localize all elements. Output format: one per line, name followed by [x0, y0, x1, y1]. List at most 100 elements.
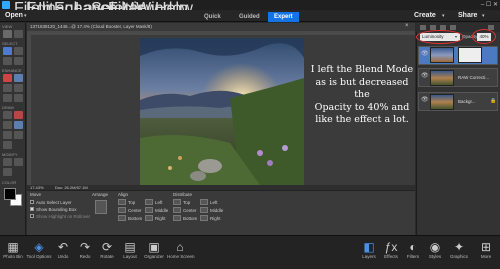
- brush-tool-icon[interactable]: [3, 111, 12, 119]
- tools-section-select: SELECT: [2, 41, 18, 46]
- magic-wand-tool-icon[interactable]: [14, 57, 23, 65]
- clone-stamp-tool-icon[interactable]: [14, 84, 23, 92]
- styles-button[interactable]: ◉ Styles: [424, 240, 446, 259]
- share-button[interactable]: Share: [458, 12, 477, 19]
- align-label: Align: [118, 192, 129, 197]
- annotation-line-2: as is but decreased the: [315, 76, 409, 101]
- photo-bin-button[interactable]: ▦ Photo Bin: [0, 240, 26, 259]
- pencil-tool-icon[interactable]: [3, 141, 12, 149]
- hand-tool-icon[interactable]: [14, 30, 23, 38]
- filters-button[interactable]: ◐ Filters: [402, 240, 424, 259]
- layer-visibility-icon[interactable]: 👁: [421, 96, 429, 103]
- show-highlight-label: Show Highlight on Rollover: [36, 214, 91, 219]
- align-center-icon[interactable]: [118, 207, 126, 213]
- align-middle-label: Middle: [155, 208, 169, 213]
- align-right-icon[interactable]: [145, 215, 153, 221]
- distribute-middle-label: Middle: [210, 208, 224, 213]
- tool-options-button[interactable]: ◈ Tool Options: [26, 240, 52, 259]
- more-icon: ⊞: [480, 240, 492, 254]
- layout-icon: ▤: [124, 240, 136, 254]
- layer-thumbnail: [430, 70, 454, 86]
- recompose-tool-icon[interactable]: [14, 158, 23, 166]
- gradient-tool-icon[interactable]: [14, 121, 23, 129]
- distribute-center-icon[interactable]: [173, 207, 181, 213]
- distribute-bottom-icon[interactable]: [173, 215, 181, 221]
- organizer-button[interactable]: ▣ Organizer: [141, 240, 167, 259]
- red-eye-tool-icon[interactable]: [3, 74, 12, 82]
- layout-button[interactable]: ▤ Layout: [117, 240, 143, 259]
- align-middle-icon[interactable]: [145, 207, 153, 213]
- graphics-button[interactable]: ✦ Graphics: [446, 240, 472, 259]
- align-bottom-icon[interactable]: [118, 215, 126, 221]
- window-controls[interactable]: – ☐ ✕: [481, 1, 498, 8]
- distribute-right-label: Right: [210, 216, 221, 221]
- arrange-label: Arrange: [92, 192, 109, 197]
- open-button[interactable]: Open: [5, 12, 23, 19]
- distribute-center-label: Center: [183, 208, 197, 213]
- effects-button[interactable]: ƒx Effects: [380, 240, 402, 259]
- create-button[interactable]: Create: [414, 12, 436, 19]
- distribute-right-icon[interactable]: [200, 215, 208, 221]
- sponge-tool-icon[interactable]: [14, 94, 23, 102]
- layers-panel-button[interactable]: ◧ Layers: [358, 240, 380, 259]
- distribute-middle-icon[interactable]: [200, 207, 208, 213]
- quick-selection-tool-icon[interactable]: [3, 57, 12, 65]
- opacity-highlight-circle: [472, 29, 496, 44]
- align-bottom-label: Bottom: [128, 216, 143, 221]
- sunset-landscape-photo[interactable]: [140, 38, 304, 185]
- annotation-line-3: Opacity to 40% and: [314, 101, 410, 113]
- layer-mask-icon[interactable]: [450, 25, 456, 30]
- distribute-left-icon[interactable]: [200, 199, 208, 205]
- home-screen-button[interactable]: ⌂ Home Screen: [167, 240, 195, 259]
- tool-options-icon: ◈: [34, 240, 44, 254]
- show-bbox-checkbox[interactable]: [30, 207, 34, 211]
- align-left-icon[interactable]: [145, 199, 153, 205]
- show-highlight-checkbox[interactable]: [30, 214, 34, 218]
- align-top-label: Top: [128, 200, 136, 205]
- shape-tool-icon[interactable]: [3, 131, 12, 139]
- organizer-icon: ▣: [148, 240, 160, 254]
- spot-healing-tool-icon[interactable]: [14, 74, 23, 82]
- type-tool-icon[interactable]: [14, 131, 23, 139]
- share-dropdown-icon[interactable]: ▾: [482, 13, 485, 19]
- tab-guided[interactable]: Guided: [233, 12, 266, 22]
- styles-icon: ◉: [429, 240, 441, 254]
- auto-select-checkbox[interactable]: [30, 200, 34, 204]
- app-logo-icon: [2, 1, 10, 9]
- tools-section-enhance: ENHANCE: [2, 68, 22, 73]
- crop-tool-icon[interactable]: [3, 158, 12, 166]
- blur-tool-icon[interactable]: [3, 94, 12, 102]
- more-button[interactable]: ⊞ More: [474, 240, 498, 259]
- move-options-label: Move: [30, 192, 42, 197]
- layer-visibility-icon[interactable]: 👁: [421, 50, 429, 57]
- foreground-color-front[interactable]: [4, 188, 16, 200]
- eraser-tool-icon[interactable]: [14, 111, 23, 119]
- open-dropdown-icon[interactable]: ▾: [24, 13, 27, 19]
- marquee-tool-icon[interactable]: [3, 47, 12, 55]
- tab-quick[interactable]: Quick: [198, 12, 227, 22]
- create-dropdown-icon[interactable]: ▾: [442, 13, 445, 19]
- arrange-dropdown-icon[interactable]: [95, 200, 107, 214]
- align-top-icon[interactable]: [118, 199, 126, 205]
- smart-brush-tool-icon[interactable]: [3, 84, 12, 92]
- paint-bucket-tool-icon[interactable]: [3, 121, 12, 129]
- move-tool-icon[interactable]: [3, 30, 12, 38]
- tab-expert[interactable]: Expert: [268, 12, 299, 22]
- new-layer-icon[interactable]: [420, 25, 426, 30]
- graphics-icon: ✦: [453, 240, 465, 254]
- effects-icon: ƒx: [384, 240, 398, 254]
- show-bbox-label: Show Bounding Box: [36, 207, 77, 212]
- straighten-tool-icon[interactable]: [3, 168, 12, 176]
- blend-mode-highlight-circle: [416, 30, 464, 44]
- distribute-left-label: Left: [210, 200, 218, 205]
- distribute-bottom-label: Bottom: [183, 216, 198, 221]
- layer-visibility-icon[interactable]: 👁: [421, 72, 429, 79]
- lasso-tool-icon[interactable]: [14, 47, 23, 55]
- distribute-label: Distribute: [173, 192, 193, 197]
- layer-thumbnail: [430, 94, 454, 110]
- tools-section-draw: DRAW: [2, 105, 15, 110]
- distribute-top-icon[interactable]: [173, 199, 181, 205]
- auto-select-label: Auto Select Layer: [36, 200, 72, 205]
- close-document-icon[interactable]: ×: [405, 23, 409, 29]
- annotation-line-4: like the effect a lot.: [315, 114, 409, 125]
